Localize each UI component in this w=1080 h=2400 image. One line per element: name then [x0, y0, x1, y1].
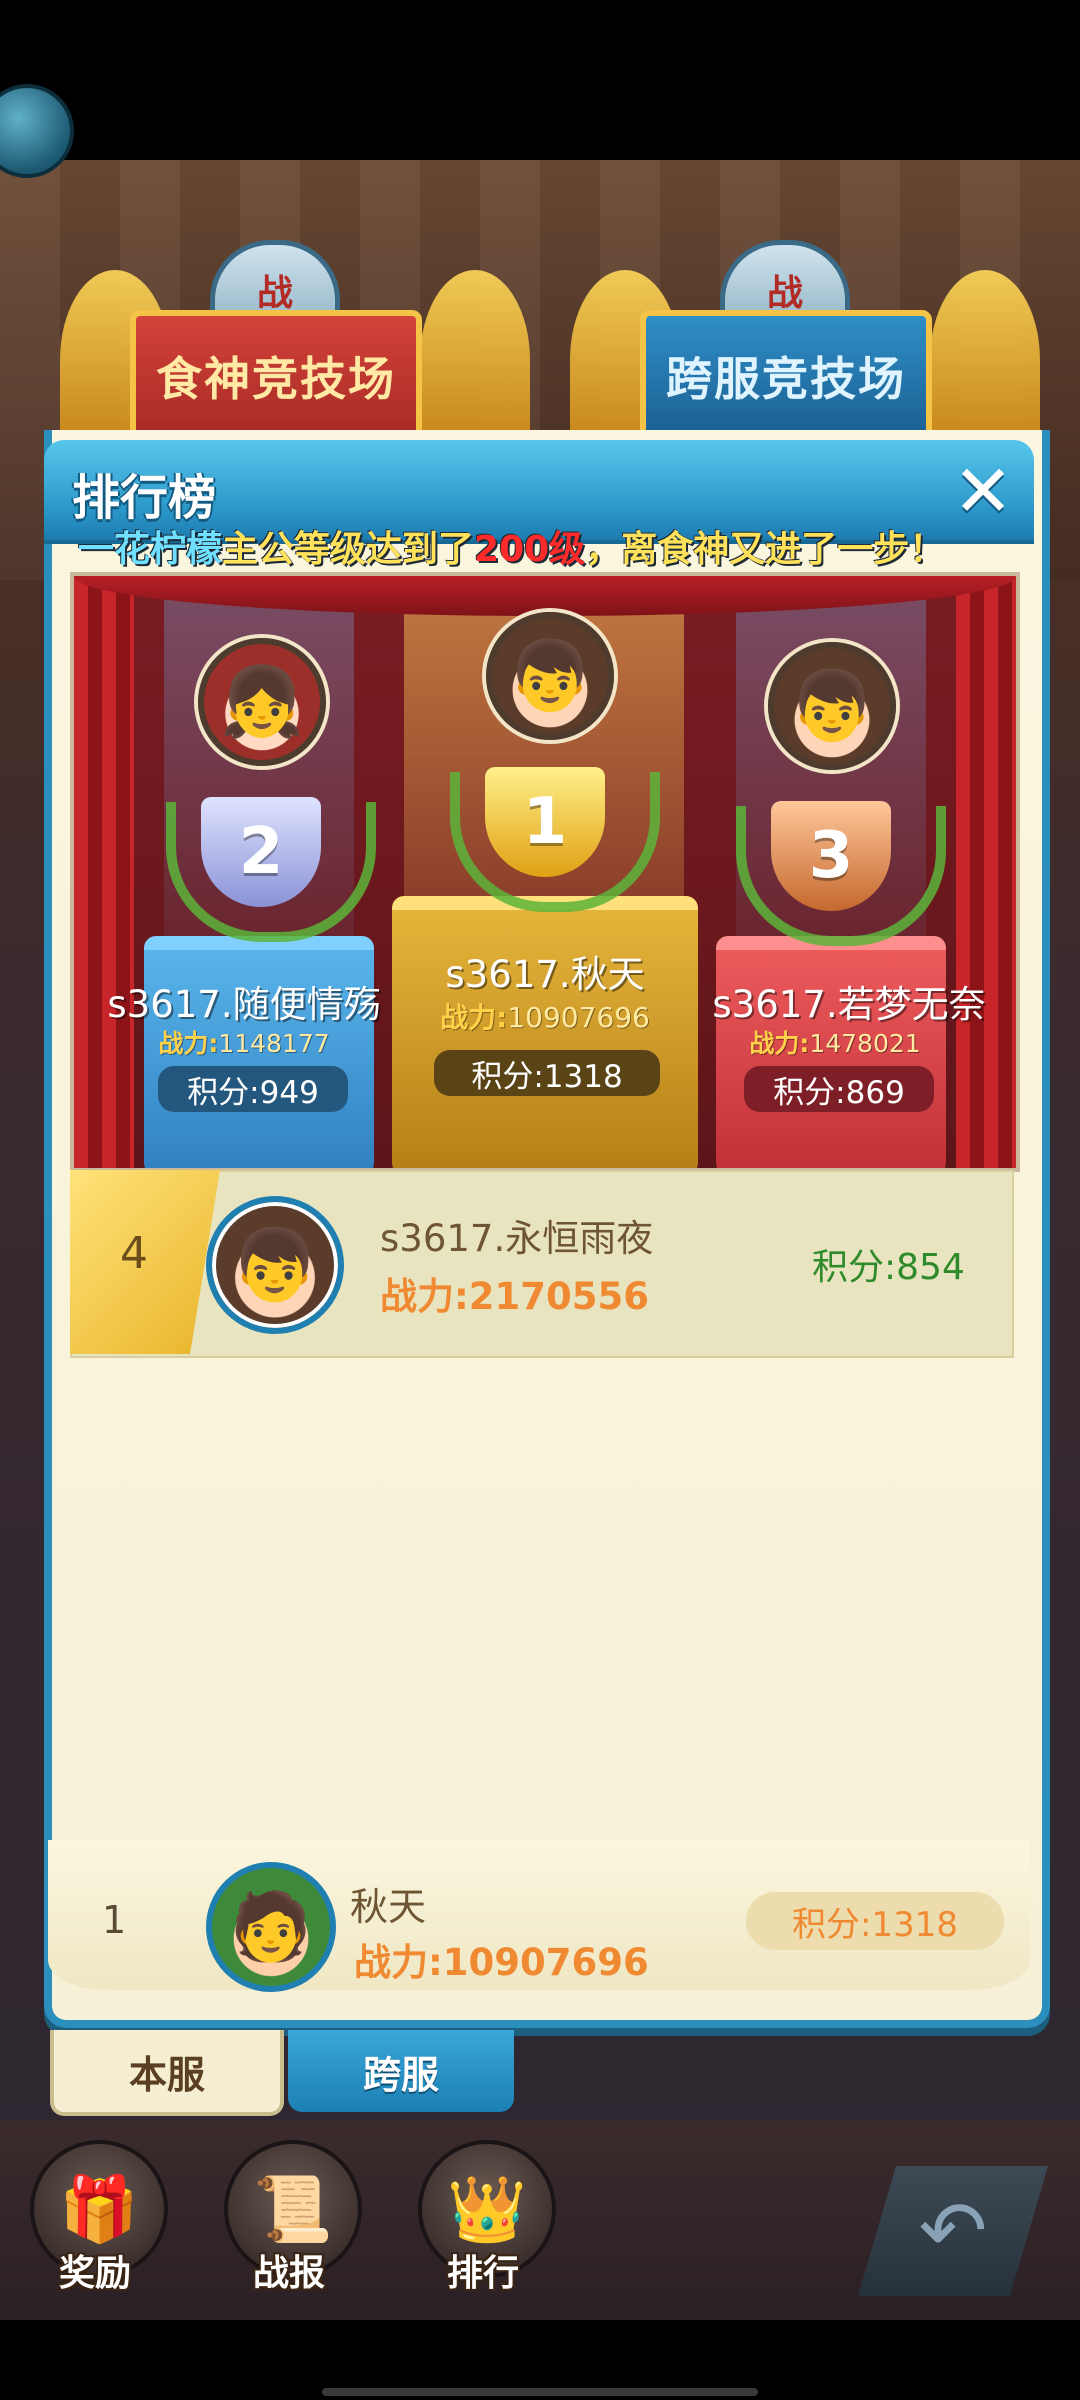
power-value: 10907696 — [507, 1001, 650, 1034]
ranking-row-rank: 4 — [120, 1228, 148, 1279]
silver-trophy-icon: 2 — [166, 772, 376, 942]
arena-left-wing-right-icon — [420, 270, 530, 450]
podium-third-score: 积分:869 — [744, 1066, 934, 1112]
news-tail: ，离食神又进了一步！ — [585, 529, 946, 570]
gold-trophy-icon: 1 — [450, 742, 660, 912]
laurel-icon — [166, 802, 376, 942]
ranking-row-avatar[interactable]: 👦 — [206, 1196, 344, 1334]
self-score: 积分:1318 — [746, 1892, 1004, 1950]
self-name: 秋天 — [350, 1885, 427, 1929]
panel-title: 排行榜 — [72, 470, 217, 526]
self-power: 战力:10907696 — [354, 1932, 649, 1986]
tab-cross-server[interactable]: 跨服 — [288, 2030, 514, 2112]
power-label: 战力: — [749, 1029, 810, 1058]
podium-third-name: s3617.若梦无奈 — [712, 983, 986, 1026]
self-avatar[interactable]: 🧑 — [206, 1862, 336, 1992]
podium-second-name: s3617.随便情殇 — [107, 983, 381, 1026]
ranking-row-name: s3617.永恒雨夜 — [380, 1217, 654, 1260]
laurel-icon — [736, 806, 946, 946]
podium-first-score: 积分:1318 — [434, 1050, 660, 1096]
podium-first-power: 战力:10907696 — [392, 996, 698, 1036]
power-value: 1148177 — [218, 1029, 330, 1058]
power-label: 战力: — [158, 1029, 219, 1058]
back-arrow-icon: ↶ — [918, 2183, 988, 2279]
podium-stage: 👧 2 s3617.随便情殇 战力:1148177 积分:949 👦 1 s36… — [70, 572, 1020, 1172]
power-value: 2170556 — [468, 1275, 650, 1318]
podium-third-avatar[interactable]: 👦 — [768, 642, 896, 770]
close-button[interactable]: ✕ — [948, 455, 1018, 527]
rewards-label: 奖励 — [58, 2253, 131, 2294]
ranking-label: 排行 — [446, 2253, 519, 2294]
home-indicator[interactable] — [322, 2388, 758, 2396]
curtain-right — [956, 576, 1016, 1168]
laurel-icon — [450, 772, 660, 912]
power-label: 战力: — [440, 1001, 508, 1034]
bronze-trophy-icon: 3 — [736, 776, 946, 946]
power-value: 10907696 — [442, 1941, 649, 1984]
ranking-row-score: 积分:854 — [812, 1247, 965, 1288]
arena-left-sign: 食神竞技场 — [130, 310, 422, 442]
news-player: 一花柠檬 — [78, 529, 223, 570]
curtain-left — [74, 576, 134, 1168]
ranking-row-power: 战力:2170556 — [380, 1266, 649, 1320]
power-label: 战力: — [354, 1941, 443, 1984]
power-value: 1478021 — [809, 1029, 921, 1058]
arena-right-wing-right-icon — [930, 270, 1040, 450]
podium-second-power: 战力:1148177 — [114, 1024, 374, 1060]
self-rank: 1 — [102, 1898, 127, 1942]
podium-first-avatar[interactable]: 👦 — [486, 612, 614, 740]
news-level: 200级 — [474, 529, 586, 570]
battle-report-label: 战报 — [252, 2253, 325, 2294]
arena-right-sign: 跨服竞技场 — [640, 310, 932, 442]
power-label: 战力: — [380, 1275, 469, 1318]
news-ticker: 一花柠檬主公等级达到了200级，离食神又进了一步！ — [78, 520, 1008, 578]
podium-first-name: s3617.秋天 — [445, 953, 645, 996]
podium-second-score: 积分:949 — [158, 1066, 348, 1112]
podium-third-power: 战力:1478021 — [710, 1024, 960, 1060]
news-middle: 主公等级达到了 — [222, 529, 475, 570]
podium-second-avatar[interactable]: 👧 — [198, 638, 326, 766]
tab-local-server[interactable]: 本服 — [50, 2030, 284, 2116]
